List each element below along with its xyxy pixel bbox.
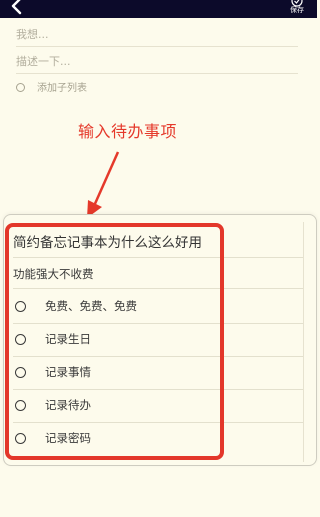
annotation-text: 输入待办事项	[78, 122, 178, 141]
add-subtask-label: 添加子列表	[37, 83, 87, 94]
top-bar: 保存	[0, 0, 317, 18]
add-subtask-button[interactable]: 添加子列表	[16, 80, 87, 98]
description-input[interactable]: 描述一下...	[16, 51, 298, 74]
save-button[interactable]: 保存	[285, 0, 309, 16]
save-label: 保存	[290, 6, 304, 14]
back-arrow-icon[interactable]	[8, 0, 26, 17]
circle-icon	[16, 82, 25, 92]
annotation-arrow-icon	[87, 151, 120, 218]
highlight-box	[5, 223, 224, 460]
title-input[interactable]: 我想...	[16, 24, 298, 47]
card-edge-line	[303, 222, 304, 462]
